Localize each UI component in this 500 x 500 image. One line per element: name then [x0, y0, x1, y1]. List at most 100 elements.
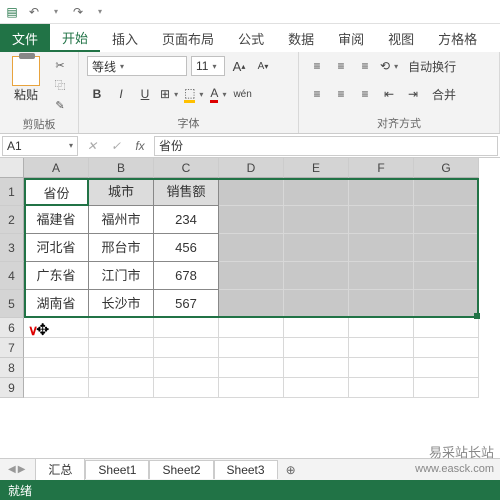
- undo-dropdown-icon[interactable]: ▾: [48, 4, 64, 20]
- cell[interactable]: [414, 318, 479, 338]
- merge-button[interactable]: 合并: [427, 84, 461, 104]
- tab-view[interactable]: 视图: [376, 24, 426, 52]
- increase-indent-icon[interactable]: ⇥: [403, 84, 423, 104]
- formula-input[interactable]: 省份: [154, 136, 498, 156]
- cell[interactable]: [414, 338, 479, 358]
- cell[interactable]: [414, 358, 479, 378]
- sheet-prev-icon[interactable]: ◀: [8, 464, 16, 475]
- format-painter-icon[interactable]: ✎: [50, 96, 70, 114]
- save-icon[interactable]: ▤: [4, 4, 20, 20]
- cell[interactable]: 234: [154, 206, 219, 234]
- redo-icon[interactable]: ↷: [70, 4, 86, 20]
- copy-icon[interactable]: ⿻: [50, 76, 70, 94]
- enter-icon[interactable]: ✓: [104, 139, 128, 153]
- cell[interactable]: [349, 290, 414, 318]
- undo-icon[interactable]: ↶: [26, 4, 42, 20]
- qat-customize-icon[interactable]: ▾: [92, 4, 108, 20]
- cell[interactable]: [414, 206, 479, 234]
- cell[interactable]: 福州市: [89, 206, 154, 234]
- font-size-select[interactable]: 11▾: [191, 56, 225, 76]
- col-header[interactable]: F: [349, 158, 414, 178]
- cell[interactable]: [284, 378, 349, 398]
- cell[interactable]: [414, 234, 479, 262]
- cell[interactable]: 678: [154, 262, 219, 290]
- sheet-tab[interactable]: Sheet2: [149, 460, 213, 479]
- wrap-text-button[interactable]: 自动换行: [403, 56, 461, 76]
- tab-pagelayout[interactable]: 页面布局: [150, 24, 226, 52]
- cell[interactable]: [24, 378, 89, 398]
- paste-button[interactable]: 粘贴: [8, 56, 44, 103]
- tab-review[interactable]: 审阅: [326, 24, 376, 52]
- cell[interactable]: 福建省: [24, 206, 89, 234]
- sheet-tab[interactable]: Sheet3: [214, 460, 278, 479]
- sheet-tab[interactable]: Sheet1: [85, 460, 149, 479]
- cell[interactable]: 省份: [24, 178, 89, 206]
- select-all-corner[interactable]: [0, 158, 24, 178]
- cell[interactable]: 长沙市: [89, 290, 154, 318]
- cell[interactable]: [24, 358, 89, 378]
- cell[interactable]: 567: [154, 290, 219, 318]
- underline-button[interactable]: U: [135, 84, 155, 104]
- bold-button[interactable]: B: [87, 84, 107, 104]
- tab-home[interactable]: 开始: [50, 24, 100, 52]
- sheet-next-icon[interactable]: ▶: [18, 464, 26, 475]
- grow-font-button[interactable]: A▴: [229, 56, 249, 76]
- cell[interactable]: [154, 318, 219, 338]
- border-button[interactable]: ⊞▾: [159, 84, 179, 104]
- cell[interactable]: [219, 206, 284, 234]
- align-center-icon[interactable]: ≡: [331, 84, 351, 104]
- cell[interactable]: 456: [154, 234, 219, 262]
- cell[interactable]: 销售额: [154, 178, 219, 206]
- cell[interactable]: [154, 378, 219, 398]
- cell[interactable]: 城市: [89, 178, 154, 206]
- cell[interactable]: 广东省: [24, 262, 89, 290]
- fx-button[interactable]: fx: [128, 139, 152, 153]
- italic-button[interactable]: I: [111, 84, 131, 104]
- font-color-button[interactable]: A▾: [208, 84, 228, 104]
- cell[interactable]: 邢台市: [89, 234, 154, 262]
- tab-formulas[interactable]: 公式: [226, 24, 276, 52]
- col-header[interactable]: E: [284, 158, 349, 178]
- row-header[interactable]: 6: [0, 318, 24, 338]
- cell[interactable]: [89, 358, 154, 378]
- cell[interactable]: [284, 178, 349, 206]
- row-header[interactable]: 5: [0, 290, 24, 318]
- font-name-select[interactable]: 等线▾: [87, 56, 187, 76]
- cell[interactable]: [349, 178, 414, 206]
- cell[interactable]: [414, 378, 479, 398]
- tab-squaregrid[interactable]: 方格格: [426, 24, 489, 52]
- cell[interactable]: [349, 262, 414, 290]
- cell[interactable]: [284, 234, 349, 262]
- row-header[interactable]: 2: [0, 206, 24, 234]
- row-header[interactable]: 7: [0, 338, 24, 358]
- cell[interactable]: [219, 358, 284, 378]
- tab-file[interactable]: 文件: [0, 24, 50, 52]
- cell[interactable]: [24, 338, 89, 358]
- phonetic-button[interactable]: wén: [232, 84, 252, 104]
- row-header[interactable]: 9: [0, 378, 24, 398]
- cell[interactable]: 湖南省: [24, 290, 89, 318]
- cell[interactable]: [154, 338, 219, 358]
- cell[interactable]: [154, 358, 219, 378]
- cell[interactable]: [219, 178, 284, 206]
- align-middle-icon[interactable]: ≡: [331, 56, 351, 76]
- align-top-icon[interactable]: ≡: [307, 56, 327, 76]
- fill-color-button[interactable]: ⬚▾: [183, 84, 204, 104]
- cell[interactable]: [349, 206, 414, 234]
- cell[interactable]: [414, 178, 479, 206]
- cell[interactable]: [89, 338, 154, 358]
- row-header[interactable]: 8: [0, 358, 24, 378]
- col-header[interactable]: G: [414, 158, 479, 178]
- orientation-icon[interactable]: ⟲▾: [379, 56, 399, 76]
- row-header[interactable]: 4: [0, 262, 24, 290]
- cell[interactable]: [284, 338, 349, 358]
- col-header[interactable]: A: [24, 158, 89, 178]
- cell[interactable]: [284, 206, 349, 234]
- cell[interactable]: [219, 338, 284, 358]
- cell[interactable]: [284, 318, 349, 338]
- cell[interactable]: [284, 290, 349, 318]
- cell[interactable]: [349, 318, 414, 338]
- tab-data[interactable]: 数据: [276, 24, 326, 52]
- cell[interactable]: [219, 290, 284, 318]
- cell[interactable]: [89, 378, 154, 398]
